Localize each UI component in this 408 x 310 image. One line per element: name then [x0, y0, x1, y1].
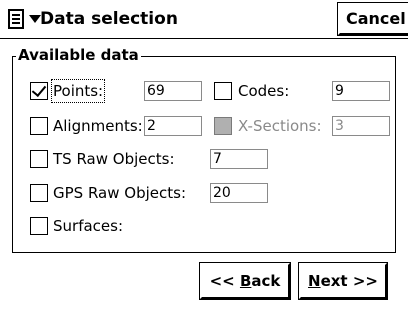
document-menu-icon [8, 9, 24, 29]
back-button[interactable]: << Back [199, 262, 291, 300]
points-checkbox[interactable] [30, 82, 48, 100]
data-selection-window: Data selection Cancel Available data Poi… [0, 0, 408, 310]
alignments-count: 2 [144, 116, 202, 136]
gps-raw-objects-checkbox[interactable] [30, 184, 48, 202]
back-label-rest: ack [251, 272, 281, 290]
ts-raw-objects-count: 7 [210, 149, 268, 169]
back-accesskey: B [239, 272, 252, 290]
x-sections-checkbox [214, 117, 232, 135]
codes-label[interactable]: Codes: [238, 81, 289, 101]
back-prefix: << [209, 272, 240, 290]
points-count: 69 [144, 81, 202, 101]
surfaces-label[interactable]: Surfaces: [53, 216, 123, 236]
window-title: Data selection [40, 9, 178, 29]
gps-raw-objects-count: 20 [210, 183, 268, 203]
next-button[interactable]: Next >> [298, 262, 388, 300]
ts-raw-objects-checkbox[interactable] [30, 150, 48, 168]
codes-checkbox[interactable] [214, 82, 232, 100]
group-legend: Available data [16, 46, 141, 64]
title-bar: Data selection Cancel [0, 0, 408, 39]
cancel-button[interactable]: Cancel [337, 2, 408, 36]
next-label-rest: ext >> [320, 272, 378, 290]
x-sections-label: X-Sections: [238, 117, 322, 135]
x-sections-count: 3 [332, 116, 390, 136]
next-accesskey: N [308, 272, 321, 290]
points-label[interactable]: Points: [50, 79, 106, 103]
ts-raw-objects-label[interactable]: TS Raw Objects: [53, 149, 175, 169]
gps-raw-objects-label[interactable]: GPS Raw Objects: [53, 183, 186, 203]
alignments-label[interactable]: Alignments: [53, 116, 143, 136]
surfaces-checkbox[interactable] [30, 217, 48, 235]
codes-count: 9 [332, 81, 390, 101]
alignments-checkbox[interactable] [30, 117, 48, 135]
